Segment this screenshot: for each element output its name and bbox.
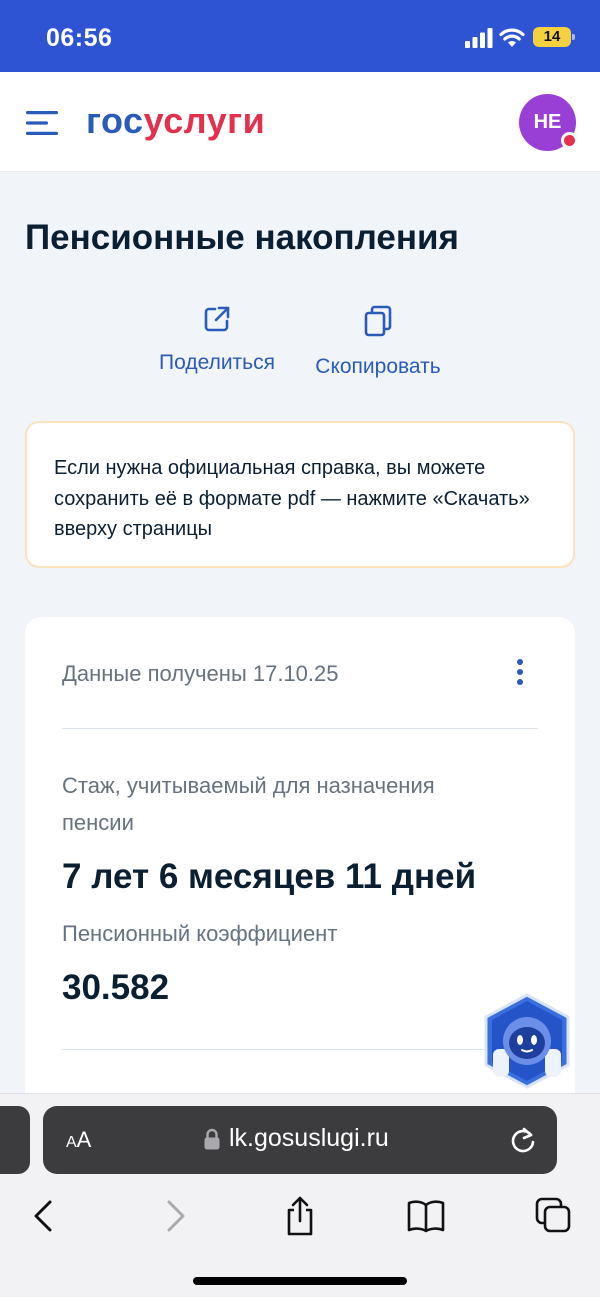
home-indicator xyxy=(193,1277,407,1285)
previous-tab-preview[interactable] xyxy=(0,1106,30,1174)
card-divider-bottom xyxy=(62,1049,538,1050)
copy-button[interactable]: Скопировать xyxy=(311,305,445,379)
robot-assistant-icon[interactable] xyxy=(482,993,572,1089)
logo-part-uslugi: услуги xyxy=(143,100,266,141)
share-icon xyxy=(204,306,230,332)
address-bar[interactable]: AA lk.gosuslugi.ru xyxy=(43,1106,557,1174)
text-size-small-glyph: A xyxy=(66,1134,77,1151)
reload-icon[interactable] xyxy=(509,1125,537,1155)
coefficient-value: 30.582 xyxy=(62,968,170,1007)
back-icon[interactable] xyxy=(24,1196,64,1236)
copy-icon xyxy=(364,305,392,337)
lock-icon xyxy=(204,1128,220,1150)
text-size-large-glyph: A xyxy=(76,1127,92,1152)
browser-toolbar: AA lk.gosuslugi.ru xyxy=(0,1093,600,1297)
url-text: lk.gosuslugi.ru xyxy=(229,1124,389,1152)
cellular-signal-icon xyxy=(465,28,493,48)
seniority-label: Стаж, учитываемый для назначения пенсии xyxy=(62,773,435,835)
status-bar: 06:56 14 xyxy=(0,0,600,72)
forward-icon[interactable] xyxy=(155,1196,195,1236)
logo-part-gos: гос xyxy=(86,100,144,141)
text-size-button[interactable]: AA xyxy=(66,1127,91,1153)
share-button[interactable]: Поделиться xyxy=(155,305,279,375)
hamburger-menu-icon[interactable] xyxy=(26,110,58,136)
share-label: Поделиться xyxy=(159,351,275,374)
tabs-icon[interactable] xyxy=(534,1196,574,1236)
notice-text: Если нужна официальная справка, вы может… xyxy=(54,457,530,540)
wifi-icon xyxy=(499,28,525,47)
more-options-icon[interactable] xyxy=(513,659,527,689)
coefficient-label: Пенсионный коэффициент xyxy=(62,921,338,946)
battery-indicator: 14 xyxy=(533,27,575,47)
card-divider xyxy=(62,728,538,729)
page-title: Пенсионные накопления xyxy=(25,218,459,257)
user-avatar[interactable]: НЕ xyxy=(519,94,578,151)
share-sheet-icon[interactable] xyxy=(280,1196,320,1236)
pdf-download-notice: Если нужна официальная справка, вы может… xyxy=(25,421,575,568)
copy-label: Скопировать xyxy=(315,355,441,378)
gosuslugi-logo[interactable]: госуслуги xyxy=(86,100,265,142)
app-header: госуслуги НЕ xyxy=(0,72,600,172)
data-received-date: Данные получены 17.10.25 xyxy=(62,661,339,686)
seniority-value: 7 лет 6 месяцев 11 дней xyxy=(62,857,477,896)
avatar-initials: НЕ xyxy=(533,111,562,133)
notification-dot xyxy=(561,132,578,149)
status-time: 06:56 xyxy=(46,24,113,52)
bookmarks-icon[interactable] xyxy=(406,1196,446,1236)
